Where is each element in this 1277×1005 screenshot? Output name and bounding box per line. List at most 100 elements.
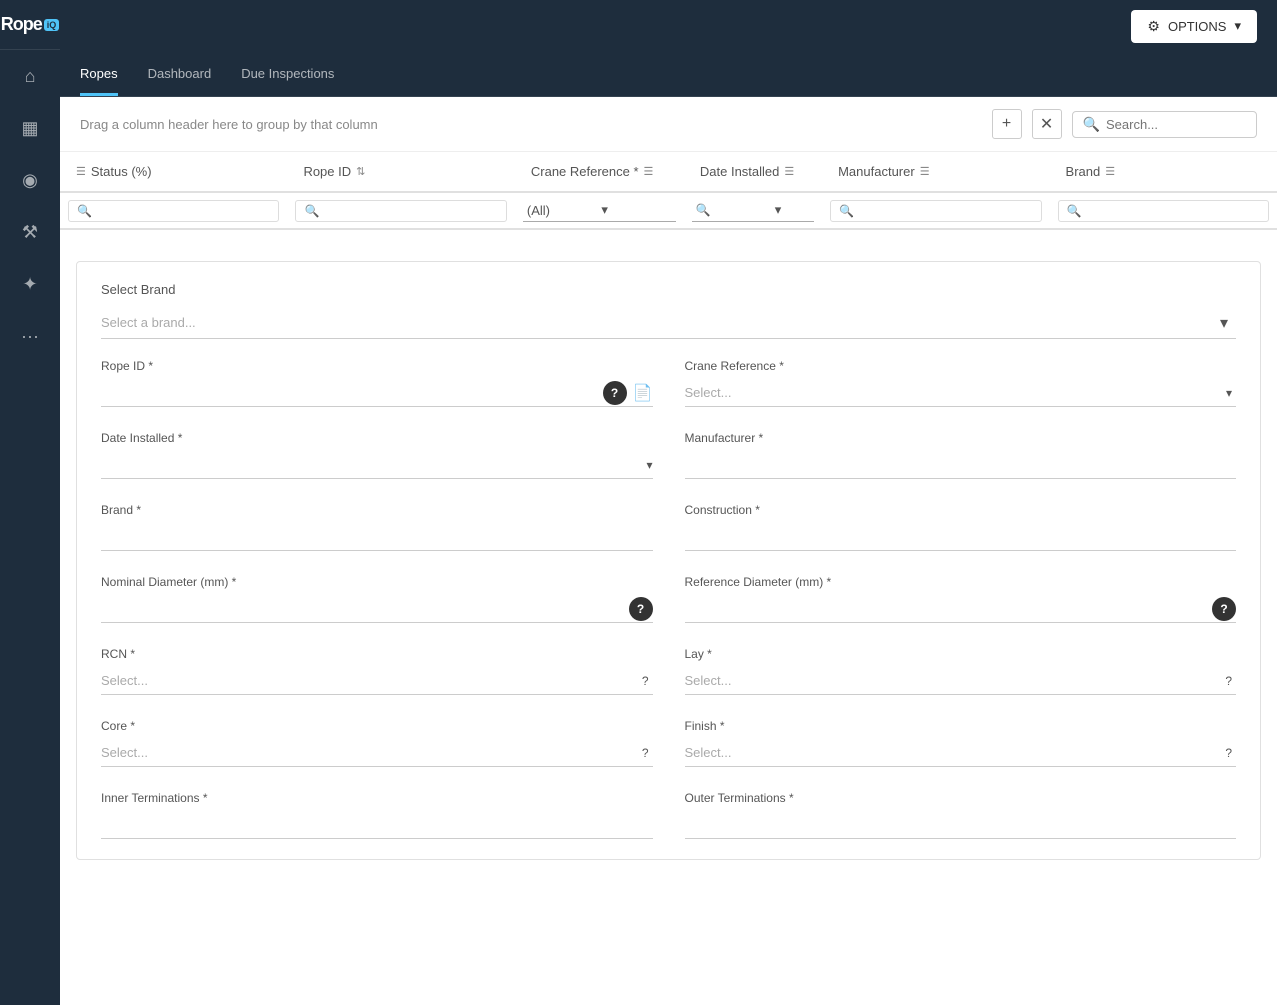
lay-select[interactable]: Select... bbox=[685, 667, 1237, 694]
data-table: ☰ Status (%) Rope ID ⇅ Crane Reference * bbox=[60, 152, 1277, 253]
date-installed-wrapper: ▾ bbox=[101, 451, 653, 479]
brand-input[interactable] bbox=[101, 523, 653, 550]
table-filter-row: 🔍 🔍 (All) ▾ bbox=[60, 192, 1277, 229]
dropdown-icon: ▾ bbox=[601, 202, 672, 218]
date-installed-label: Date Installed * bbox=[101, 431, 653, 445]
inner-terminations-input-wrapper bbox=[101, 811, 653, 839]
col-rope-id[interactable]: Rope ID ⇅ bbox=[287, 152, 514, 192]
nominal-diameter-help-icon[interactable]: ? bbox=[629, 597, 653, 621]
search-icon-brand: 🔍 bbox=[1067, 204, 1082, 218]
nominal-diameter-input-wrapper: ? bbox=[101, 595, 653, 623]
rope-id-label: Rope ID * bbox=[101, 359, 653, 373]
nominal-diameter-input[interactable] bbox=[101, 595, 629, 622]
reference-diameter-input[interactable] bbox=[685, 595, 1213, 622]
core-select[interactable]: Select... bbox=[101, 739, 653, 766]
core-select-wrapper: Select... ? bbox=[101, 739, 653, 767]
tab-dashboard[interactable]: Dashboard bbox=[148, 52, 212, 96]
filter-brand: 🔍 bbox=[1050, 192, 1277, 229]
eye-icon[interactable]: ◉ bbox=[0, 154, 60, 206]
finish-group: Finish * Select... ? bbox=[685, 719, 1237, 767]
search-box: 🔍 bbox=[1072, 111, 1257, 138]
date-installed-input[interactable] bbox=[101, 451, 646, 478]
filter-date-installed: 🔍 ▾ bbox=[684, 192, 822, 229]
reference-diameter-help-icon[interactable]: ? bbox=[1212, 597, 1236, 621]
clear-button[interactable]: ✕ bbox=[1032, 109, 1062, 139]
construction-input[interactable] bbox=[685, 523, 1237, 550]
nominal-diameter-group: Nominal Diameter (mm) * ? bbox=[101, 575, 653, 623]
crane-reference-filter-select[interactable]: (All) ▾ bbox=[523, 199, 676, 222]
crane-reference-group: Crane Reference * Select... ▾ bbox=[685, 359, 1237, 407]
logo: RopeiQ bbox=[0, 0, 60, 50]
search-icon: 🔍 bbox=[1083, 116, 1100, 133]
col-date-installed-label: Date Installed bbox=[700, 164, 780, 179]
rope-id-icons: ? 📄 bbox=[603, 381, 653, 405]
finish-select[interactable]: Select... bbox=[685, 739, 1237, 766]
date-installed-group: Date Installed * ▾ bbox=[101, 431, 653, 479]
more-icon[interactable]: ··· bbox=[0, 310, 60, 362]
construction-label: Construction * bbox=[685, 503, 1237, 517]
brand-select-wrapper: Select a brand... ▾ bbox=[101, 307, 1236, 339]
filter-icon-date: ☰ bbox=[784, 165, 794, 178]
filter-icon: ☰ bbox=[76, 165, 86, 178]
manufacturer-group: Manufacturer * bbox=[685, 431, 1237, 479]
plugin-icon[interactable]: ✦ bbox=[0, 258, 60, 310]
search-input[interactable] bbox=[1106, 117, 1246, 132]
rope-id-help-icon[interactable]: ? bbox=[603, 381, 627, 405]
crane-reference-select-wrapper: Select... ▾ bbox=[685, 379, 1237, 407]
toolbar: Drag a column header here to group by th… bbox=[60, 97, 1277, 152]
home-icon[interactable]: ⌂ bbox=[0, 50, 60, 102]
manufacturer-filter-input[interactable] bbox=[858, 204, 1032, 218]
manufacturer-input[interactable] bbox=[685, 451, 1237, 478]
form-grid: Rope ID * ? 📄 Crane Reference * Se bbox=[101, 359, 1236, 839]
construction-group: Construction * bbox=[685, 503, 1237, 551]
search-icon-mfr: 🔍 bbox=[839, 204, 854, 218]
tab-ropes[interactable]: Ropes bbox=[80, 52, 118, 96]
col-manufacturer[interactable]: Manufacturer ☰ bbox=[822, 152, 1049, 192]
rcn-select-wrapper: Select... ? bbox=[101, 667, 653, 695]
filter-date-icon: 🔍 bbox=[696, 203, 731, 217]
status-filter-input[interactable] bbox=[96, 204, 270, 218]
table-body bbox=[60, 229, 1277, 253]
crane-reference-select[interactable]: Select... bbox=[685, 379, 1237, 406]
sort-icon: ⇅ bbox=[356, 165, 365, 178]
rcn-label: RCN * bbox=[101, 647, 653, 661]
col-crane-reference-label: Crane Reference * bbox=[531, 164, 639, 179]
rope-id-doc-icon[interactable]: 📄 bbox=[633, 383, 653, 403]
col-brand[interactable]: Brand ☰ bbox=[1050, 152, 1277, 192]
rope-id-input[interactable] bbox=[101, 379, 603, 406]
gear-icon: ⚙ bbox=[1147, 18, 1160, 35]
tab-due-inspections[interactable]: Due Inspections bbox=[241, 52, 334, 96]
col-status[interactable]: ☰ Status (%) bbox=[60, 152, 287, 192]
rope-id-filter-input[interactable] bbox=[323, 204, 497, 218]
manufacturer-input-wrapper bbox=[685, 451, 1237, 479]
brand-select[interactable]: Select a brand... bbox=[101, 307, 1236, 338]
nav-tabs: Ropes Dashboard Due Inspections bbox=[60, 52, 1277, 97]
grid-icon[interactable]: ▦ bbox=[0, 102, 60, 154]
outer-terminations-label: Outer Terminations * bbox=[685, 791, 1237, 805]
inner-terminations-label: Inner Terminations * bbox=[101, 791, 653, 805]
filter-status: 🔍 bbox=[60, 192, 287, 229]
inner-terminations-input[interactable] bbox=[101, 811, 653, 838]
inner-terminations-group: Inner Terminations * bbox=[101, 791, 653, 839]
finish-label: Finish * bbox=[685, 719, 1237, 733]
tool-icon[interactable]: ⚒ bbox=[0, 206, 60, 258]
options-button[interactable]: ⚙ OPTIONS ▾ bbox=[1131, 10, 1257, 43]
date-installed-filter[interactable]: 🔍 ▾ bbox=[692, 199, 814, 222]
lay-group: Lay * Select... ? bbox=[685, 647, 1237, 695]
filter-crane-value: (All) bbox=[527, 203, 598, 218]
form-panel: Select Brand Select a brand... ▾ Rope ID… bbox=[76, 261, 1261, 860]
main-content: ⚙ OPTIONS ▾ Ropes Dashboard Due Inspecti… bbox=[60, 0, 1277, 1005]
add-button[interactable]: + bbox=[992, 109, 1022, 139]
col-manufacturer-label: Manufacturer bbox=[838, 164, 915, 179]
outer-terminations-input[interactable] bbox=[685, 811, 1237, 838]
col-date-installed[interactable]: Date Installed ☰ bbox=[684, 152, 822, 192]
rcn-select[interactable]: Select... bbox=[101, 667, 653, 694]
finish-select-wrapper: Select... ? bbox=[685, 739, 1237, 767]
logo-text: Rope bbox=[1, 14, 42, 35]
core-label: Core * bbox=[101, 719, 653, 733]
select-brand-group: Select Brand Select a brand... ▾ bbox=[101, 282, 1236, 359]
brand-filter-input[interactable] bbox=[1085, 204, 1260, 218]
reference-diameter-group: Reference Diameter (mm) * ? bbox=[685, 575, 1237, 623]
date-dropdown-icon: ▾ bbox=[775, 202, 810, 218]
col-crane-reference[interactable]: Crane Reference * ☰ bbox=[515, 152, 684, 192]
